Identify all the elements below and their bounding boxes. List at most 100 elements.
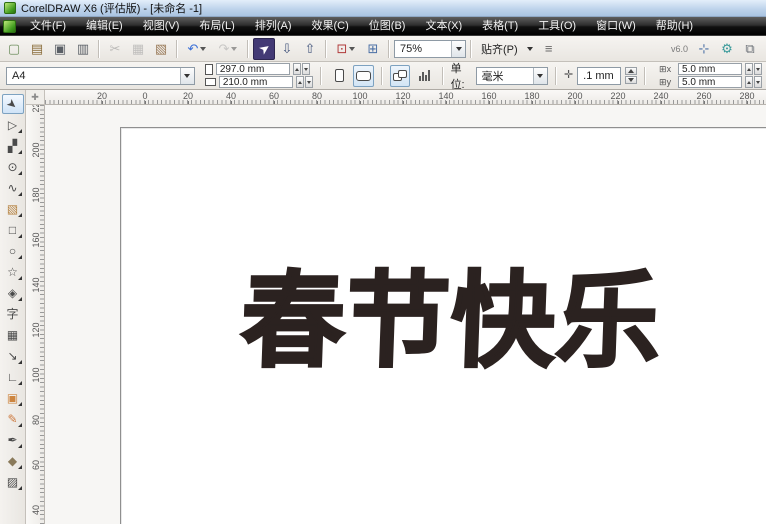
landscape-page-icon [356, 71, 371, 81]
vertical-ruler[interactable]: 220200180160140120100806040 [26, 105, 45, 524]
menu-item[interactable]: 帮助(H) [646, 17, 703, 35]
document-page[interactable]: 春节快乐 [120, 127, 766, 524]
print-icon[interactable]: ▥ [72, 38, 94, 60]
zoom-tool[interactable]: ⊙ [2, 157, 24, 177]
tool-icon-glyph: ◆ [8, 455, 17, 467]
menu-item[interactable]: 文件(F) [20, 17, 76, 35]
undo-icon[interactable]: ↶ [182, 38, 212, 60]
menu-item[interactable]: 编辑(E) [76, 17, 133, 35]
snap-to-select[interactable]: 贴齐(P) [476, 40, 537, 58]
current-page-button[interactable] [414, 65, 434, 87]
chevron-down-icon[interactable] [451, 41, 465, 57]
polygon-tool[interactable]: ☆ [2, 262, 24, 282]
coreldraw-document-icon [3, 20, 16, 33]
duplicate-y-input[interactable]: 5.0 mm [678, 76, 742, 88]
chevron-down-icon[interactable] [533, 68, 547, 84]
propbar-separator [555, 67, 557, 85]
cut-icon[interactable]: ✂ [104, 38, 126, 60]
import-icon[interactable]: ⇩ [276, 38, 298, 60]
open-icon[interactable]: ▤ [26, 38, 48, 60]
tool-icon-glyph: ▞ [8, 140, 17, 152]
blend-tool[interactable]: ▣ [2, 388, 24, 408]
drawing-canvas[interactable]: 春节快乐 [45, 105, 766, 524]
redo-icon[interactable]: ↷ [213, 38, 243, 60]
zoom-level-value: 75% [395, 43, 451, 55]
application-launcher-icon[interactable]: ⊡ [331, 38, 361, 60]
menu-item[interactable]: 表格(T) [472, 17, 528, 35]
menu-item[interactable]: 排列(A) [245, 17, 302, 35]
portrait-orientation-button[interactable] [329, 65, 349, 87]
rectangle-tool[interactable]: □ [2, 220, 24, 240]
menu-item[interactable]: 位图(B) [359, 17, 416, 35]
page-width-stepper[interactable] [293, 63, 310, 75]
landscape-orientation-button[interactable] [353, 65, 373, 87]
text-tool[interactable]: 字 [2, 304, 24, 324]
ellipse-tool[interactable]: ○ [2, 241, 24, 261]
page-height-stepper[interactable] [296, 76, 313, 88]
interactive-fill-tool[interactable]: ▨ [2, 472, 24, 492]
zoom-level-select[interactable]: 75% [394, 40, 466, 58]
page-height-input[interactable]: 210.0 mm [219, 76, 293, 88]
ruler-origin-button[interactable]: ✚ [26, 90, 45, 105]
menu-item[interactable]: 窗口(W) [586, 17, 646, 35]
chevron-down-icon[interactable] [523, 40, 537, 58]
nudge-offset-input[interactable]: .1 mm [577, 67, 621, 85]
table-tool[interactable]: ▦ [2, 325, 24, 345]
menu-item[interactable]: 视图(V) [133, 17, 190, 35]
options-icon: ≡ [545, 42, 553, 55]
toolbar-left-group: ▢ ▤ ▣ ▥ ✂ ▦ ▧ ↶ ↷ [3, 38, 393, 60]
nudge-offset-stepper[interactable] [625, 67, 637, 84]
pick-tool[interactable]: ➤ [2, 94, 24, 114]
align-distribute-icon[interactable]: ⊹ [693, 38, 715, 60]
duplicate-y-stepper[interactable] [745, 76, 762, 88]
toolbar-icon-glyph: ⧉ [745, 42, 754, 55]
menu-item[interactable]: 效果(C) [302, 17, 359, 35]
toolbar-icon-glyph: ⊡ [337, 42, 348, 55]
ruler-label: 40 [220, 91, 242, 101]
ruler-label: 220 [27, 105, 45, 114]
options-gear-icon[interactable]: ⚙ [716, 38, 738, 60]
toolbar-separator [98, 40, 100, 58]
toolbar-right-group: ⊹ ⚙ ⧉ [693, 38, 761, 60]
artistic-text-object[interactable]: 春节快乐 [239, 268, 663, 376]
page-size-preset-select[interactable]: A4 [6, 67, 195, 85]
nudge-offset-value: .1 mm [578, 70, 620, 82]
units-label: 单位: [451, 60, 472, 92]
fill-tool[interactable]: ◆ [2, 451, 24, 471]
eyedropper-tool[interactable]: ✎ [2, 409, 24, 429]
duplicate-page-icon[interactable]: ⧉ [739, 38, 761, 60]
ruler-label: 260 [693, 91, 715, 101]
toolbar-separator [176, 40, 178, 58]
standard-toolbar: ▢ ▤ ▣ ▥ ✂ ▦ ▧ ↶ ↷ [0, 36, 766, 62]
duplicate-x-input[interactable]: 5.0 mm [678, 63, 742, 75]
options-button[interactable]: ≡ [538, 38, 560, 60]
all-pages-button[interactable] [390, 65, 410, 87]
crop-tool[interactable]: ▞ [2, 136, 24, 156]
chevron-down-icon[interactable] [180, 68, 194, 84]
tool-icon-glyph: ▣ [7, 392, 18, 404]
smart-fill-tool[interactable]: ▧ [2, 199, 24, 219]
save-icon[interactable]: ▣ [49, 38, 71, 60]
freehand-tool[interactable]: ∿ [2, 178, 24, 198]
copy-icon[interactable]: ▦ [127, 38, 149, 60]
horizontal-ruler[interactable]: 2002040608010012014016018020022024026028… [45, 90, 766, 105]
export-icon[interactable]: ⇧ [299, 38, 321, 60]
paste-icon[interactable]: ▧ [150, 38, 172, 60]
duplicate-x-stepper[interactable] [745, 63, 762, 75]
shape-tool[interactable]: ▷ [2, 115, 24, 135]
welcome-screen-icon[interactable]: ⊞ [362, 38, 384, 60]
menu-item[interactable]: 布局(L) [189, 17, 244, 35]
connector-tool[interactable]: ∟ [2, 367, 24, 387]
dimension-tool[interactable]: ↘ [2, 346, 24, 366]
property-bar: A4 297.0 mm 210.0 mm 单位: 毫米 ✛ .1 mm [0, 62, 766, 90]
basic-shapes-tool[interactable]: ◈ [2, 283, 24, 303]
menu-item[interactable]: 文本(X) [415, 17, 472, 35]
toolbox: ➤ ▷ ▞ ⊙ ∿ ▧ □ ○ ☆ ◈ 字 ▦ [0, 90, 26, 524]
units-select[interactable]: 毫米 [476, 67, 548, 85]
menu-item[interactable]: 工具(O) [528, 17, 586, 35]
page-width-input[interactable]: 297.0 mm [216, 63, 290, 75]
outline-pen-tool[interactable]: ✒ [2, 430, 24, 450]
ruler-canvas-area: ✚ 20020406080100120140160180200220240260… [26, 90, 766, 524]
search-content-icon[interactable]: ➤ [253, 38, 275, 60]
new-document-icon[interactable]: ▢ [3, 38, 25, 60]
